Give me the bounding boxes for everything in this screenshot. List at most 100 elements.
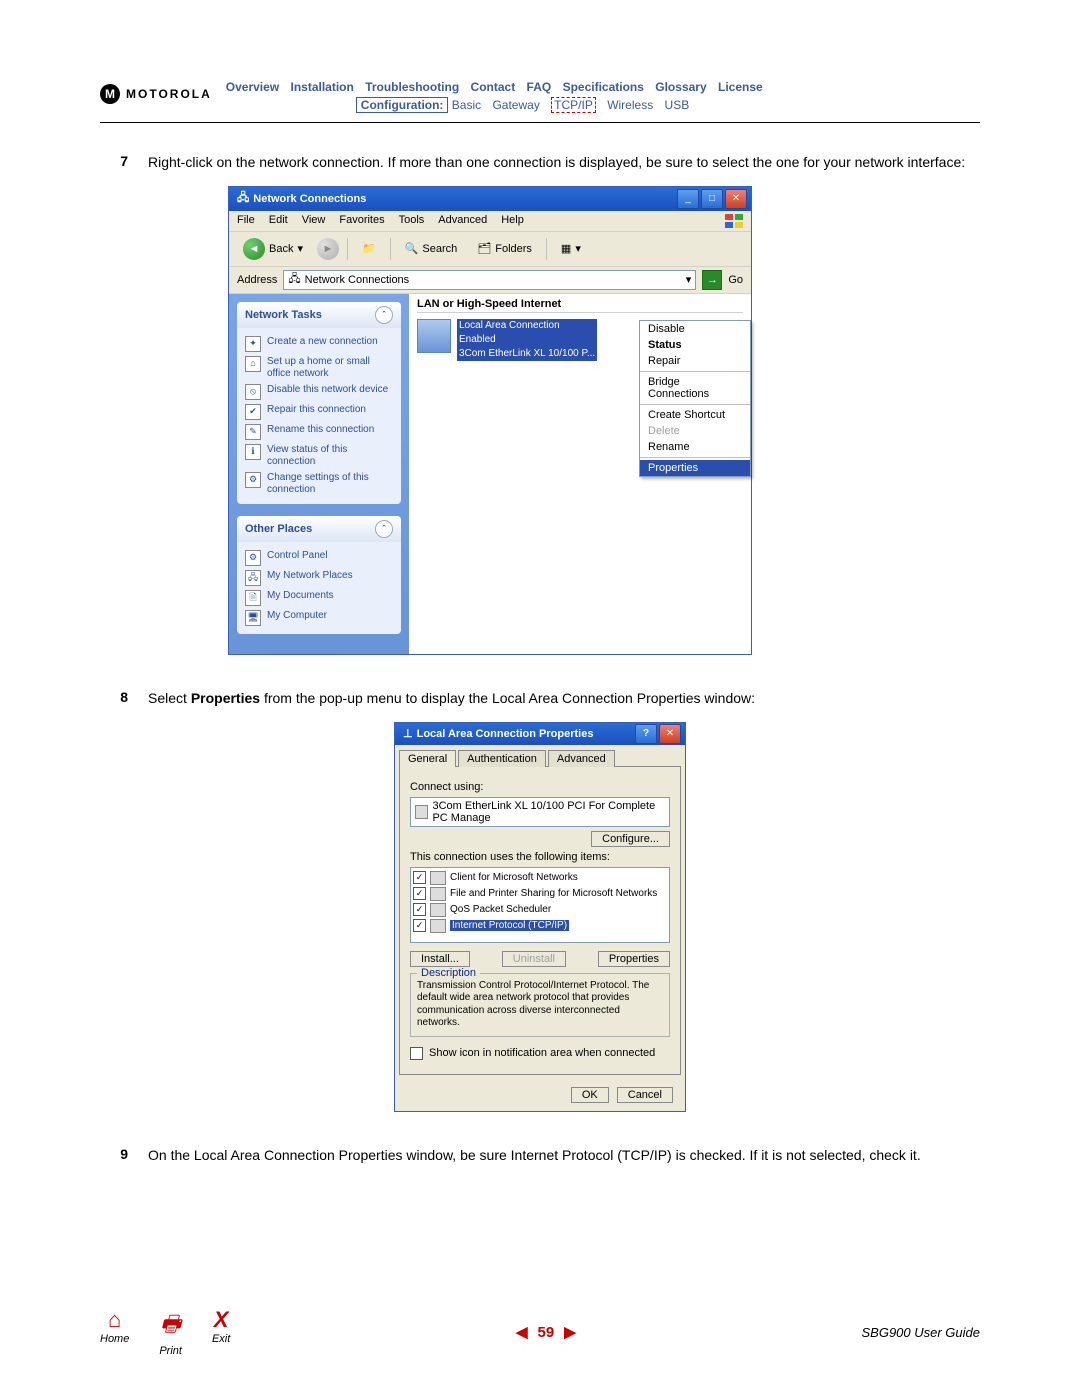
nav-secondary: Configuration: Basic Gateway TCP/IP Wire… [226,98,980,112]
views-button[interactable]: ▦ ▾ [555,240,587,257]
connection-item[interactable]: Local Area Connection Enabled 3Com Ether… [417,319,617,361]
nav-installation[interactable]: Installation [291,80,354,94]
nav-glossary[interactable]: Glossary [655,80,706,94]
components-list[interactable]: ✓Client for Microsoft Networks ✓File and… [410,867,670,943]
help-button[interactable]: ? [635,724,657,744]
task-repair[interactable]: ✔Repair this connection [245,402,393,422]
connection-status: Enabled [457,333,597,347]
exit-button[interactable]: X Exit [212,1307,230,1357]
nav-contact[interactable]: Contact [471,80,516,94]
menubar: File Edit View Favorites Tools Advanced … [229,211,751,232]
search-button[interactable]: 🔍 Search [399,240,464,257]
close-button[interactable]: ✕ [725,189,747,209]
ctx-status[interactable]: Status [640,337,750,353]
back-button[interactable]: ◄ Back ▾ [237,236,309,262]
item-label: File and Printer Sharing for Microsoft N… [450,888,657,899]
place-control-panel[interactable]: ⚙Control Panel [245,548,393,568]
menu-help[interactable]: Help [501,214,524,228]
place-network-places[interactable]: 🖧My Network Places [245,568,393,588]
ctx-shortcut[interactable]: Create Shortcut [640,407,750,423]
up-button[interactable]: 📁 [356,240,382,257]
ctx-repair[interactable]: Repair [640,353,750,369]
ctx-rename[interactable]: Rename [640,439,750,455]
tab-general[interactable]: General [399,750,456,767]
ctx-separator [640,457,750,458]
documents-icon: 🗎 [245,590,261,606]
nav-license[interactable]: License [718,80,763,94]
menu-advanced[interactable]: Advanced [438,214,487,228]
address-combo[interactable]: 🖧 Network Connections ▾ [283,270,696,290]
back-arrow-icon: ◄ [243,238,265,260]
home-button[interactable]: ⌂ Home [100,1307,129,1357]
nav-tcpip[interactable]: TCP/IP [551,97,596,113]
task-disable-device[interactable]: ⦸Disable this network device [245,382,393,402]
configure-button[interactable]: Configure... [591,831,670,847]
properties-button[interactable]: Properties [598,951,670,967]
tab-authentication[interactable]: Authentication [458,750,546,767]
nav-gateway[interactable]: Gateway [492,98,539,112]
views-icon: ▦ [561,242,571,255]
ok-button[interactable]: OK [571,1087,609,1103]
uses-items-label: This connection uses the following items… [410,851,670,863]
checkbox[interactable]: ✓ [413,903,426,916]
collapse-icon[interactable]: ˆ [375,306,393,324]
checkbox[interactable]: ✓ [413,887,426,900]
place-my-computer[interactable]: 🖥My Computer [245,608,393,628]
adapter-combo[interactable]: 3Com EtherLink XL 10/100 PCI For Complet… [410,797,670,827]
checkbox[interactable]: ✓ [413,919,426,932]
step-number: 8 [100,689,128,708]
close-button[interactable]: ✕ [659,724,681,744]
place-label: My Network Places [267,570,353,582]
minimize-button[interactable]: _ [677,189,699,209]
next-page-icon[interactable]: ▶ [564,1323,576,1341]
go-button[interactable]: → [702,270,722,290]
ctx-bridge[interactable]: Bridge Connections [640,374,750,402]
maximize-button[interactable]: □ [701,189,723,209]
home-label: Home [100,1333,129,1345]
menu-tools[interactable]: Tools [399,214,425,228]
lan-properties-dialog: ⊥ Local Area Connection Properties ? ✕ G… [394,722,686,1112]
ctx-disable[interactable]: Disable [640,321,750,337]
forward-button[interactable]: ► [317,238,339,260]
checkbox[interactable]: ✓ [413,871,426,884]
cancel-button[interactable]: Cancel [617,1087,673,1103]
folder-up-icon: 📁 [362,242,376,255]
place-label: Control Panel [267,550,328,562]
nav-troubleshooting[interactable]: Troubleshooting [365,80,459,94]
tab-advanced[interactable]: Advanced [548,750,615,767]
nav-usb[interactable]: USB [665,98,690,112]
network-tasks-title: Network Tasks [245,309,322,321]
task-setup-network[interactable]: ⌂Set up a home or small office network [245,354,393,382]
uninstall-button: Uninstall [502,951,566,967]
menu-edit[interactable]: Edit [269,214,288,228]
page-number: 59 [538,1324,555,1341]
folders-button[interactable]: 🗂 Folders [471,240,538,257]
show-icon-checkbox[interactable] [410,1047,423,1060]
menu-file[interactable]: File [237,214,255,228]
nav-overview[interactable]: Overview [226,80,279,94]
dialog-titlebar[interactable]: ⊥ Local Area Connection Properties ? ✕ [395,723,685,745]
task-rename[interactable]: ✎Rename this connection [245,422,393,442]
nav-specifications[interactable]: Specifications [563,80,644,94]
nav-faq[interactable]: FAQ [527,80,552,94]
nav-basic[interactable]: Basic [452,98,481,112]
other-places-header[interactable]: Other Places ˆ [237,516,401,542]
ctx-properties[interactable]: Properties [640,460,750,476]
network-connections-window: 🖧 Network Connections _ □ ✕ File Edit Vi… [228,186,752,655]
prev-page-icon[interactable]: ◀ [516,1323,528,1341]
menu-view[interactable]: View [302,214,326,228]
install-button[interactable]: Install... [410,951,470,967]
task-create-connection[interactable]: ✦Create a new connection [245,334,393,354]
task-change-settings[interactable]: ⚙Change settings of this connection [245,470,393,498]
task-view-status[interactable]: ℹView status of this connection [245,442,393,470]
collapse-icon[interactable]: ˆ [375,520,393,538]
place-my-documents[interactable]: 🗎My Documents [245,588,393,608]
print-button[interactable]: 🖶 Print [159,1307,182,1357]
window-title: Network Connections [253,193,366,205]
brand-logo: M MOTOROLA [100,84,212,104]
connection-adapter: 3Com EtherLink XL 10/100 P... [457,347,597,361]
window-titlebar[interactable]: 🖧 Network Connections _ □ ✕ [229,187,751,211]
menu-favorites[interactable]: Favorites [339,214,384,228]
network-tasks-header[interactable]: Network Tasks ˆ [237,302,401,328]
nav-wireless[interactable]: Wireless [607,98,653,112]
